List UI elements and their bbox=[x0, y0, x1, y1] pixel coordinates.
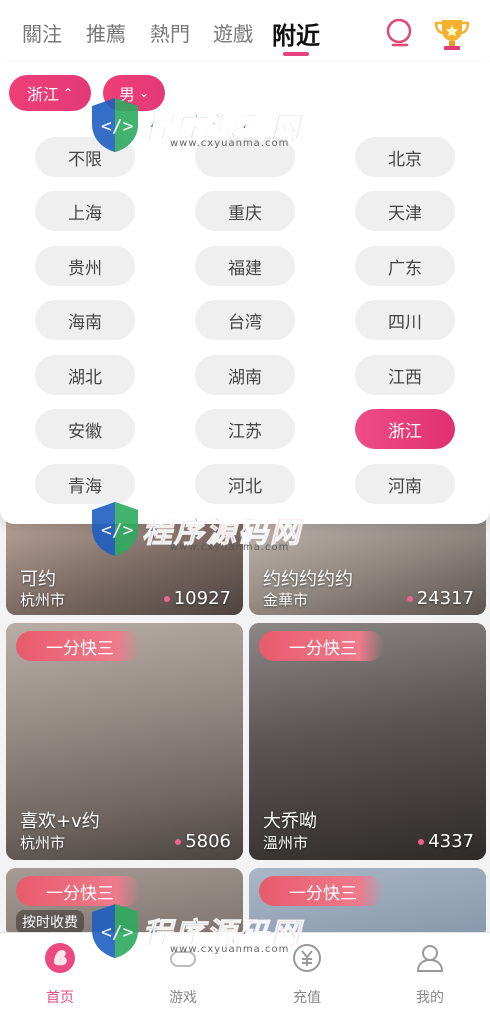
heat-dot-icon bbox=[406, 595, 413, 602]
nav-recharge-label: 充值 bbox=[293, 990, 321, 1006]
card-count: 4337 bbox=[418, 831, 474, 852]
svg-text:</>: </> bbox=[101, 520, 134, 541]
province-option-beijing[interactable]: 北京 bbox=[355, 137, 455, 177]
province-filter-chip[interactable]: 浙江 ⌃ bbox=[9, 75, 91, 111]
province-option-tianjin[interactable]: 天津 bbox=[355, 191, 455, 231]
card-title: 大乔呦 bbox=[263, 811, 317, 832]
watermark-url: www.cxyuanma.com bbox=[170, 138, 290, 149]
heat-dot-icon bbox=[175, 838, 182, 845]
card-count-value: 5806 bbox=[185, 831, 231, 852]
province-option-jiangsu[interactable]: 江苏 bbox=[195, 409, 295, 449]
watermark-logo: </> 程序源码网 www.cxyuanma.com bbox=[88, 500, 302, 558]
card-tag: 一分快三 bbox=[259, 631, 384, 661]
active-tab-indicator bbox=[283, 52, 309, 56]
province-option-henan[interactable]: 河南 bbox=[355, 464, 455, 504]
profile-card[interactable]: 一分快三 喜欢+v约 杭州市 5806 bbox=[6, 623, 243, 860]
card-city: 金華市 bbox=[263, 591, 309, 609]
nav-games-label: 游戏 bbox=[169, 990, 197, 1006]
card-badge: 按时收费 bbox=[16, 910, 84, 934]
trophy-icon[interactable] bbox=[432, 16, 472, 52]
province-option-anhui[interactable]: 安徽 bbox=[35, 409, 135, 449]
card-tag: 一分快三 bbox=[16, 631, 141, 661]
watermark-url: www.cxyuanma.com bbox=[170, 944, 290, 955]
province-option-hainan[interactable]: 海南 bbox=[35, 300, 135, 340]
province-filter-label: 浙江 bbox=[26, 85, 59, 104]
shield-logo-icon: </> bbox=[92, 502, 138, 556]
top-tab-bar: 關注 推薦 熱門 遊戲 附近 bbox=[0, 0, 490, 62]
nav-home-label: 首页 bbox=[46, 990, 74, 1006]
heat-dot-icon bbox=[418, 838, 425, 845]
chevron-up-icon: ⌃ bbox=[62, 86, 74, 100]
tab-recommend[interactable]: 推薦 bbox=[86, 18, 126, 47]
nav-profile-label: 我的 bbox=[416, 990, 444, 1006]
card-count-value: 24317 bbox=[416, 588, 474, 609]
province-option-shanghai[interactable]: 上海 bbox=[35, 191, 135, 231]
tab-nearby[interactable]: 附近 bbox=[272, 16, 320, 51]
card-count: 5806 bbox=[175, 831, 231, 852]
svg-text:</>: </> bbox=[101, 922, 134, 943]
card-title: 喜欢+v约 bbox=[20, 811, 100, 832]
province-option-taiwan[interactable]: 台湾 bbox=[195, 300, 295, 340]
province-option-chongqing[interactable]: 重庆 bbox=[195, 191, 295, 231]
profile-icon bbox=[416, 945, 444, 972]
shield-logo-icon: </> bbox=[92, 98, 138, 152]
province-option-guangdong[interactable]: 广东 bbox=[355, 246, 455, 286]
card-city: 杭州市 bbox=[20, 591, 66, 609]
card-city: 溫州市 bbox=[263, 834, 309, 852]
province-option-qinghai[interactable]: 青海 bbox=[35, 464, 135, 504]
province-option-hubei[interactable]: 湖北 bbox=[35, 355, 135, 395]
card-title: 约约约约约 bbox=[263, 569, 353, 590]
card-city: 杭州市 bbox=[20, 834, 66, 852]
province-option-hunan[interactable]: 湖南 bbox=[195, 355, 295, 395]
search-icon[interactable] bbox=[385, 18, 415, 48]
province-option-guizhou[interactable]: 贵州 bbox=[35, 246, 135, 286]
card-count-value: 4337 bbox=[428, 831, 474, 852]
province-option-jiangxi[interactable]: 江西 bbox=[355, 355, 455, 395]
card-count-value: 10927 bbox=[173, 588, 231, 609]
watermark-logo: </> 程序源码网 www.cxyuanma.com bbox=[88, 902, 302, 960]
tab-hot[interactable]: 熱門 bbox=[150, 18, 190, 47]
svg-text:</>: </> bbox=[101, 116, 134, 137]
card-count: 10927 bbox=[163, 588, 231, 609]
province-option-zhejiang[interactable]: 浙江 bbox=[355, 409, 455, 449]
province-option-sichuan[interactable]: 四川 bbox=[355, 300, 455, 340]
shield-logo-icon: </> bbox=[92, 904, 138, 958]
province-option-hebei[interactable]: 河北 bbox=[195, 464, 295, 504]
card-title: 可约 bbox=[20, 569, 56, 590]
province-option-fujian[interactable]: 福建 bbox=[195, 246, 295, 286]
watermark-url: www.cxyuanma.com bbox=[170, 542, 290, 553]
heat-dot-icon bbox=[163, 595, 170, 602]
tab-games[interactable]: 遊戲 bbox=[213, 18, 253, 47]
watermark-logo: </> 程序源码网 www.cxyuanma.com bbox=[88, 96, 302, 154]
tab-follow[interactable]: 關注 bbox=[22, 18, 62, 47]
profile-card[interactable]: 一分快三 大乔呦 溫州市 4337 bbox=[249, 623, 486, 860]
nav-profile[interactable]: 我的 bbox=[390, 941, 470, 1007]
home-icon bbox=[45, 943, 75, 973]
card-count: 24317 bbox=[406, 588, 474, 609]
